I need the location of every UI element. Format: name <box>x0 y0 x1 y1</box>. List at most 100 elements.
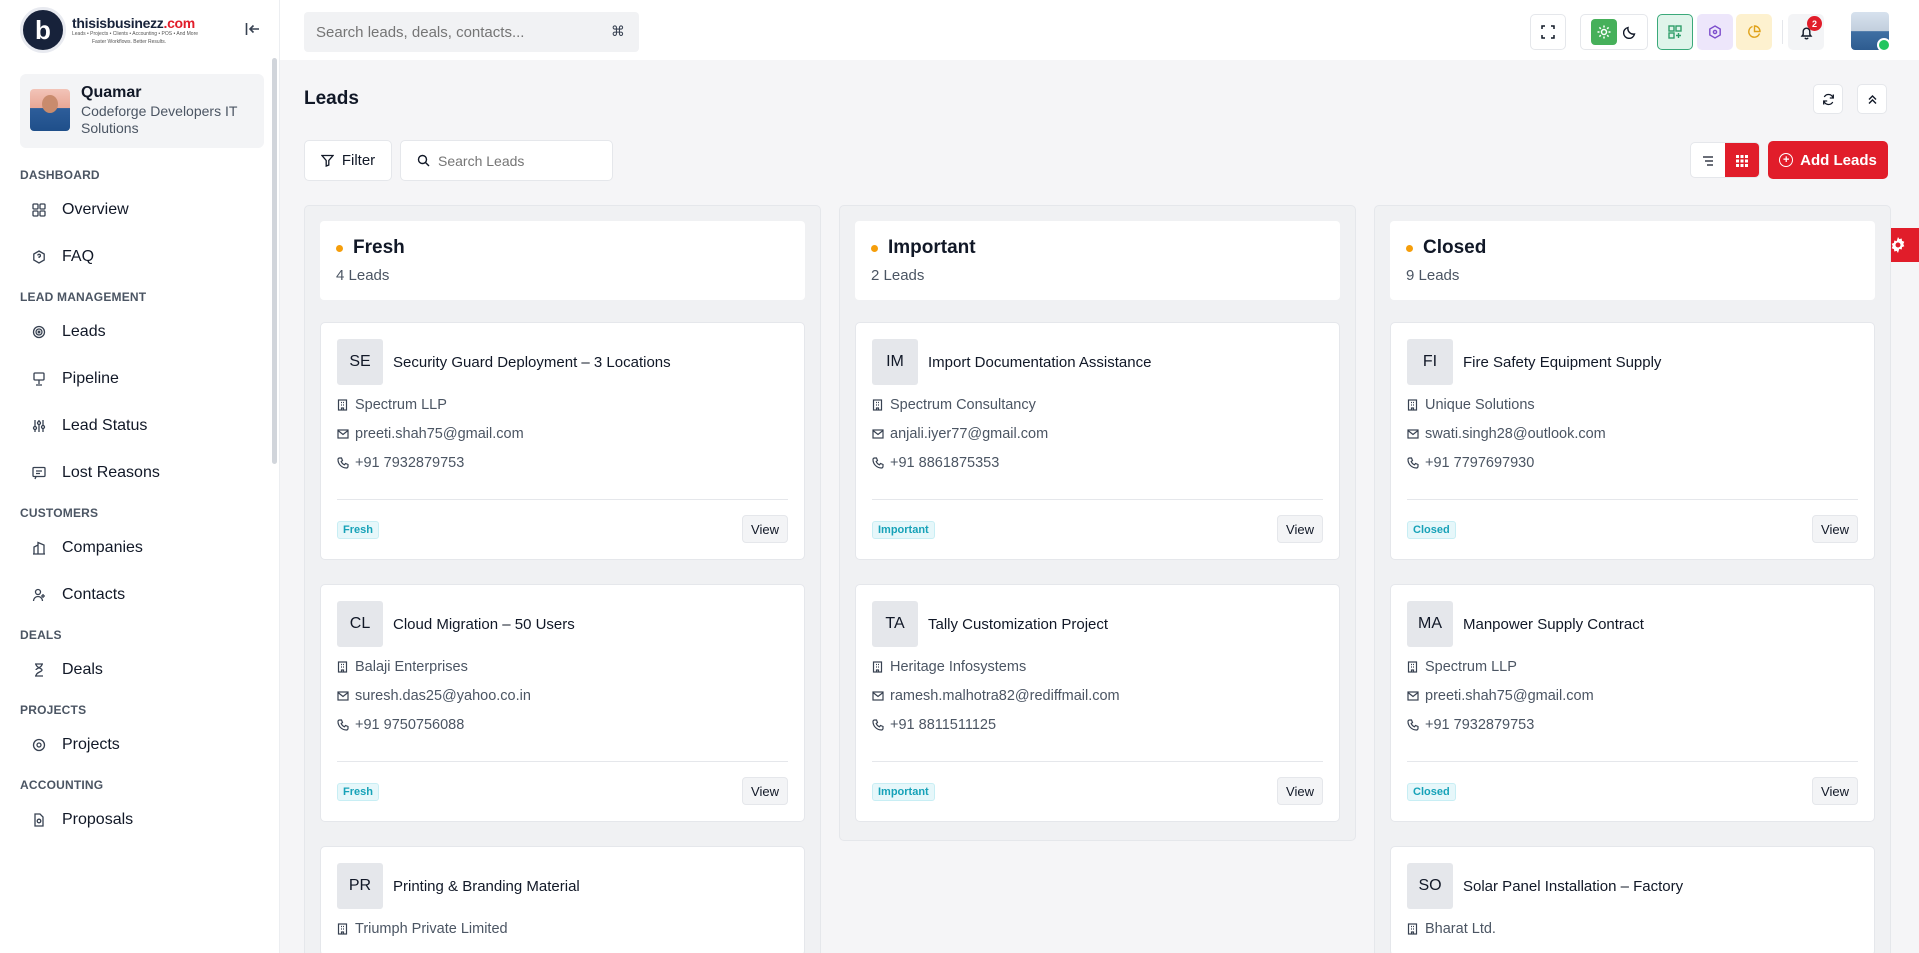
lead-company: Unique Solutions <box>1407 395 1858 414</box>
column-title: Fresh <box>353 237 405 258</box>
lead-card[interactable]: TA Tally Customization Project Heritage … <box>855 584 1340 822</box>
global-search[interactable]: ⌘ <box>304 12 639 52</box>
column-header: Important 2 Leads <box>855 221 1340 300</box>
logo-mark: b <box>20 7 66 53</box>
user-avatar[interactable] <box>1851 12 1891 52</box>
lead-search[interactable] <box>400 140 613 181</box>
lead-phone: +91 7932879753 <box>1407 715 1858 734</box>
sidebar-scrollbar[interactable] <box>272 58 277 464</box>
sidebar-item-overview[interactable]: Overview <box>0 186 270 233</box>
lead-title[interactable]: Manpower Supply Contract <box>1463 616 1644 633</box>
lead-title[interactable]: Security Guard Deployment – 3 Locations <box>393 354 671 371</box>
lead-phone-text: +91 7932879753 <box>355 454 465 471</box>
lead-title[interactable]: Tally Customization Project <box>928 616 1108 633</box>
nav-section-title: DASHBOARD <box>20 168 100 182</box>
nav-section-title: CUSTOMERS <box>20 506 99 520</box>
lead-phone-text: +91 7797697930 <box>1425 454 1535 471</box>
grid-view-icon[interactable] <box>1725 143 1759 177</box>
sun-icon[interactable] <box>1591 19 1617 45</box>
lead-card[interactable]: SE Security Guard Deployment – 3 Locatio… <box>320 322 805 560</box>
avatar <box>30 89 70 131</box>
sidebar-item-faq[interactable]: FAQ <box>0 233 270 280</box>
sidebar-item-label: Leads <box>62 322 106 340</box>
sidebar-item-lead-status[interactable]: Lead Status <box>0 402 270 449</box>
lead-company: Bharat Ltd. <box>1407 919 1858 938</box>
user-icon <box>30 586 48 604</box>
apps-button[interactable] <box>1657 14 1693 50</box>
lead-phone-text: +91 8811511125 <box>890 716 997 733</box>
sidebar-item-label: Lead Status <box>62 416 148 434</box>
building-icon <box>1407 398 1419 411</box>
sidebar-item-lost-reasons[interactable]: Lost Reasons <box>0 449 270 496</box>
collapse-sidebar-icon[interactable] <box>242 18 264 40</box>
view-button[interactable]: View <box>1277 777 1323 805</box>
divider <box>1407 761 1858 762</box>
lead-initials: MA <box>1407 601 1453 647</box>
status-badge: Fresh <box>337 521 379 539</box>
sidebar-item-proposals[interactable]: Proposals <box>0 796 270 843</box>
lead-email: ramesh.malhotra82@rediffmail.com <box>872 686 1323 705</box>
mail-icon <box>1407 690 1419 702</box>
brand-tagline: Leads • Projects • Clients • Accounting … <box>72 31 199 37</box>
lead-card[interactable]: IM Import Documentation Assistance Spect… <box>855 322 1340 560</box>
moon-icon[interactable] <box>1623 25 1637 39</box>
filter-label: Filter <box>341 152 376 169</box>
sidebar-item-label: Contacts <box>62 585 126 603</box>
notifications-button[interactable]: 2 <box>1788 14 1824 50</box>
sidebar-item-companies[interactable]: Companies <box>0 524 270 571</box>
phone-icon <box>872 456 884 469</box>
brand-name: thisisbusinezz <box>72 15 164 31</box>
view-button[interactable]: View <box>742 777 788 805</box>
lead-company: Spectrum Consultancy <box>872 395 1323 414</box>
reports-button[interactable] <box>1736 14 1772 50</box>
sidebar-item-leads[interactable]: Leads <box>0 308 270 355</box>
lead-card[interactable]: FI Fire Safety Equipment Supply Unique S… <box>1390 322 1875 560</box>
refresh-button[interactable] <box>1813 84 1843 114</box>
lead-title[interactable]: Printing & Branding Material <box>393 878 580 895</box>
lead-title[interactable]: Cloud Migration – 50 Users <box>393 616 575 633</box>
view-button[interactable]: View <box>1277 515 1323 543</box>
sidebar-item-projects[interactable]: Projects <box>0 721 270 768</box>
global-search-input[interactable] <box>316 23 606 41</box>
lead-card[interactable]: PR Printing & Branding Material Triumph … <box>320 846 805 953</box>
profile-card[interactable]: Quamar Codeforge Developers IT Solutions <box>20 74 264 148</box>
lead-card[interactable]: SO Solar Panel Installation – Factory Bh… <box>1390 846 1875 953</box>
status-badge: Closed <box>1407 521 1456 539</box>
list-view-icon[interactable] <box>1691 143 1725 177</box>
fullscreen-icon <box>1541 25 1555 39</box>
lead-card[interactable]: MA Manpower Supply Contract Spectrum LLP… <box>1390 584 1875 822</box>
brand-logo[interactable]: b thisisbusinezz.com Leads • Projects • … <box>20 6 220 54</box>
lead-title[interactable]: Solar Panel Installation – Factory <box>1463 878 1683 895</box>
page-title: Leads <box>304 88 359 109</box>
view-button[interactable]: View <box>1812 777 1858 805</box>
sidebar-item-deals[interactable]: Deals <box>0 646 270 693</box>
collapse-header-button[interactable] <box>1857 84 1887 114</box>
pipeline-icon <box>30 370 48 388</box>
column-count: 9 Leads <box>1406 267 1460 284</box>
sidebar-item-pipeline[interactable]: Pipeline <box>0 355 270 402</box>
view-button[interactable]: View <box>742 515 788 543</box>
sidebar-item-contacts[interactable]: Contacts <box>0 571 270 618</box>
add-leads-button[interactable]: + Add Leads <box>1768 141 1888 179</box>
status-badge: Important <box>872 783 935 801</box>
lead-email-text: preeti.shah75@gmail.com <box>1425 687 1594 704</box>
filter-button[interactable]: Filter <box>304 140 392 181</box>
nav-section-title: PROJECTS <box>20 703 87 717</box>
lead-phone: +91 8861875353 <box>872 453 1323 472</box>
view-button[interactable]: View <box>1812 515 1858 543</box>
lead-title[interactable]: Fire Safety Equipment Supply <box>1463 354 1661 371</box>
lead-search-input[interactable] <box>438 152 598 169</box>
view-toggle <box>1690 142 1760 178</box>
hexagon-button[interactable] <box>1697 14 1733 50</box>
theme-toggle[interactable] <box>1580 14 1648 50</box>
fullscreen-button[interactable] <box>1530 14 1566 50</box>
status-badge: Important <box>872 521 935 539</box>
lead-card[interactable]: CL Cloud Migration – 50 Users Balaji Ent… <box>320 584 805 822</box>
lead-initials: FI <box>1407 339 1453 385</box>
lead-company-text: Spectrum Consultancy <box>890 396 1036 413</box>
lead-title[interactable]: Import Documentation Assistance <box>928 354 1151 371</box>
lead-initials: TA <box>872 601 918 647</box>
gear-icon <box>1891 237 1905 253</box>
brand-slogan: Faster Workflows. Better Results. <box>92 39 167 45</box>
lead-phone-text: +91 8861875353 <box>890 454 1000 471</box>
